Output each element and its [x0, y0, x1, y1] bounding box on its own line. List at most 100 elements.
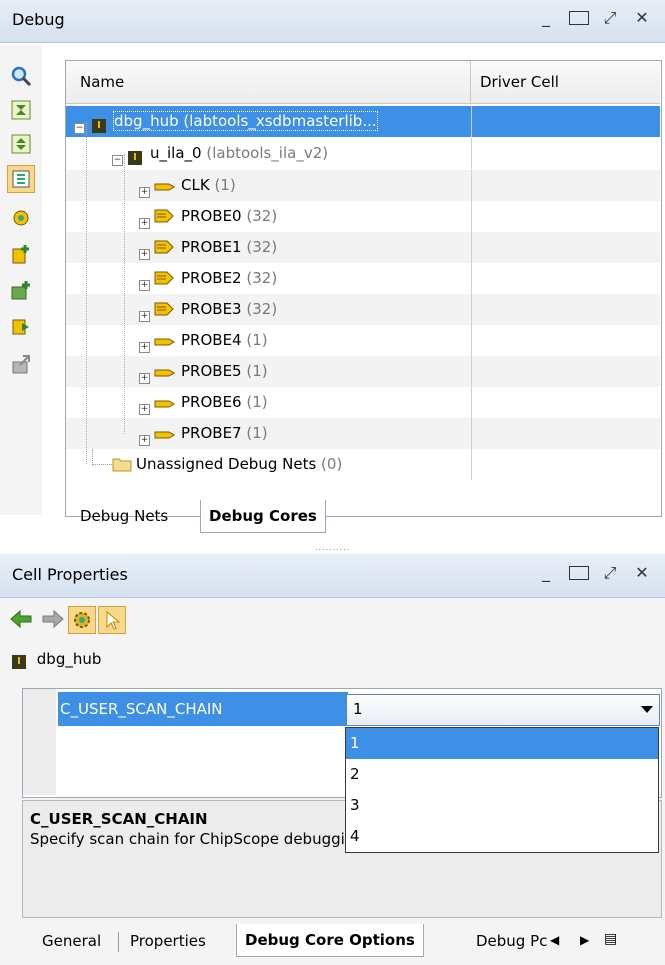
maximize-icon[interactable] [569, 563, 589, 584]
net-icon [154, 427, 176, 445]
tree-node-detail: (32) [246, 238, 278, 256]
create-core-icon[interactable] [8, 277, 34, 303]
collapse-toggle-icon[interactable]: − [112, 148, 123, 166]
tree-node-name: PROBE0 [181, 207, 242, 225]
tab-properties[interactable]: Properties [122, 925, 214, 957]
tree-node-name: PROBE7 [181, 424, 242, 442]
move-probe-icon[interactable] [8, 313, 34, 339]
tab-debug-nets[interactable]: Debug Nets [72, 500, 176, 532]
cell-properties-toolbar [0, 598, 665, 638]
tree-row-probe1[interactable]: + PROBE1 (32) [66, 232, 660, 263]
dropdown-option[interactable]: 1 [346, 728, 658, 759]
tree-row-u-ila-0[interactable]: − I u_ila_0 (labtools_ila_v2) [66, 138, 660, 169]
folder-icon [112, 456, 132, 476]
expand-toggle-icon[interactable]: + [139, 211, 150, 229]
add-probe-icon[interactable] [8, 241, 34, 267]
tree-row-probe7[interactable]: + PROBE7 (1) [66, 418, 660, 449]
tab-debug-core-options[interactable]: Debug Core Options [236, 924, 424, 957]
tree-row-dbg-hub[interactable]: − I dbg_hub (labtools_xsdbmasterlib... [66, 106, 660, 137]
back-arrow-icon[interactable] [8, 606, 34, 632]
cell-name-row: I dbg_hub [12, 650, 101, 669]
expand-toggle-icon[interactable]: + [139, 428, 150, 446]
tree-row-probe5[interactable]: + PROBE5 (1) [66, 356, 660, 387]
tree-node-name: PROBE6 [181, 393, 242, 411]
tree-row-probe6[interactable]: + PROBE6 (1) [66, 387, 660, 418]
splitter-handle[interactable]: .......... [315, 543, 350, 552]
tree-node-name: PROBE4 [181, 331, 242, 349]
tree-node-name: u_ila_0 [150, 144, 202, 162]
tree-row-probe0[interactable]: + PROBE0 (32) [66, 201, 660, 232]
tree-node-detail: (1) [214, 176, 236, 194]
dropdown-option[interactable]: 2 [346, 759, 658, 790]
settings-gear-icon[interactable] [68, 606, 96, 634]
scan-chain-dropdown: 1 2 3 4 [345, 727, 659, 853]
tab-general[interactable]: General [34, 925, 109, 957]
expand-toggle-icon[interactable]: + [139, 180, 150, 198]
tree-node-detail: (labtools_xsdbmasterlib... [183, 112, 377, 130]
tab-debug-cores[interactable]: Debug Cores [200, 500, 326, 533]
chip-icon: I [128, 146, 142, 165]
scan-chain-select[interactable]: 1 [346, 694, 660, 726]
expand-toggle-icon[interactable]: + [139, 242, 150, 260]
debug-tabbar: Debug Nets Debug Cores [66, 500, 665, 536]
tree-node-name: PROBE2 [181, 269, 242, 287]
bus-icon [154, 301, 176, 321]
chip-icon: I [12, 650, 26, 669]
search-icon[interactable] [8, 63, 34, 89]
tree-node-detail: (1) [246, 393, 268, 411]
chevron-down-icon[interactable] [641, 706, 653, 713]
tree-node-detail: (32) [246, 207, 278, 225]
float-icon[interactable]: ⤢ [601, 8, 619, 29]
tree-node-name: Unassigned Debug Nets [136, 455, 317, 473]
debug-panel-titlebar: Debug _ ⤢ ✕ [0, 0, 665, 43]
float-icon[interactable]: ⤢ [601, 563, 619, 584]
select-value: 1 [353, 700, 363, 718]
debug-panel-title: Debug [12, 10, 65, 29]
expand-toggle-icon[interactable]: + [139, 335, 150, 353]
close-icon[interactable]: ✕ [633, 8, 651, 29]
auto-connect-icon[interactable] [8, 205, 34, 231]
tab-list-icon[interactable]: ▤ [604, 931, 617, 947]
tree-node-detail: (32) [246, 269, 278, 287]
disconnect-icon[interactable] [8, 351, 34, 377]
net-icon [154, 396, 176, 414]
expand-toggle-icon[interactable]: + [139, 273, 150, 291]
tree-row-probe4[interactable]: + PROBE4 (1) [66, 325, 660, 356]
expand-toggle-icon[interactable]: + [139, 397, 150, 415]
tree-row-unassigned[interactable]: Unassigned Debug Nets (0) [66, 449, 660, 480]
tree-row-probe2[interactable]: + PROBE2 (32) [66, 263, 660, 294]
expand-toggle-icon[interactable]: + [139, 304, 150, 322]
tree-row-clk[interactable]: + CLK (1) [66, 170, 660, 201]
maximize-icon[interactable] [569, 8, 589, 29]
tree-node-name: dbg_hub [114, 112, 179, 130]
property-name-cell[interactable]: C_USER_SCAN_CHAIN [58, 692, 348, 726]
bus-icon [154, 270, 176, 290]
forward-arrow-icon[interactable] [40, 606, 66, 632]
column-header-driver-cell[interactable]: Driver Cell [480, 73, 559, 91]
expand-all-icon[interactable] [8, 131, 34, 157]
debug-toolbar [0, 45, 42, 515]
net-icon [154, 334, 176, 352]
scroll-left-icon[interactable]: ◀ [550, 933, 559, 947]
tab-debug-ports[interactable]: Debug Pc [472, 925, 550, 957]
bus-icon [154, 239, 176, 259]
column-header-name[interactable]: Name [80, 73, 124, 91]
tree-node-detail: (1) [246, 331, 268, 349]
expand-toggle-icon[interactable]: + [139, 366, 150, 384]
tree-node-detail: (1) [246, 424, 268, 442]
cell-name: dbg_hub [36, 650, 102, 668]
minimize-icon[interactable]: _ [537, 8, 555, 29]
tree-node-detail: (0) [321, 455, 343, 473]
tree-row-probe3[interactable]: + PROBE3 (32) [66, 294, 660, 325]
dropdown-option[interactable]: 3 [346, 790, 658, 821]
collapse-toggle-icon[interactable]: − [74, 116, 85, 134]
group-by-icon[interactable] [7, 165, 35, 193]
dropdown-option[interactable]: 4 [346, 821, 658, 852]
net-icon [154, 365, 176, 383]
select-pointer-icon[interactable] [98, 606, 126, 634]
close-icon[interactable]: ✕ [633, 563, 651, 584]
scroll-right-icon[interactable]: ▶ [580, 933, 589, 947]
collapse-all-icon[interactable] [8, 97, 34, 123]
cell-properties-tabbar: General Properties Debug Core Options De… [34, 924, 665, 959]
minimize-icon[interactable]: _ [537, 563, 555, 584]
